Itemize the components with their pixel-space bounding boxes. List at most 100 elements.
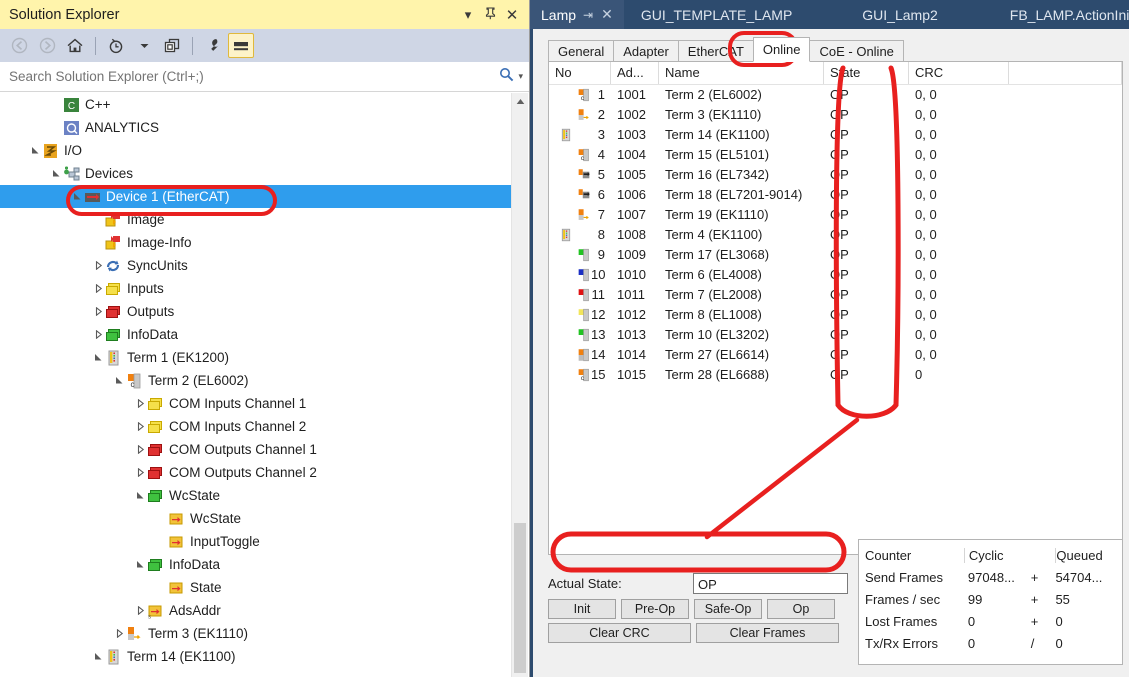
table-row[interactable]: c41004Term 15 (EL5101)OP0, 0 (549, 145, 1122, 165)
twisty-expanded-icon[interactable] (92, 645, 105, 668)
tree-item-wcstate[interactable]: WcState (0, 507, 511, 530)
home-icon[interactable] (62, 33, 88, 58)
pin-icon[interactable]: ⇥ (583, 8, 593, 22)
twisty-expanded-icon[interactable] (92, 346, 105, 369)
column-header-name[interactable]: Name (659, 62, 824, 84)
twisty-expanded-icon[interactable] (134, 553, 147, 576)
tree-item-com-outputs-channel-2[interactable]: COM Outputs Channel 2 (0, 461, 511, 484)
tree-item-inputs[interactable]: Inputs (0, 277, 511, 300)
twisty-expanded-icon[interactable] (50, 162, 63, 185)
sync-views-icon[interactable] (159, 33, 185, 58)
twisty-none-icon[interactable] (155, 530, 168, 553)
column-header-addr[interactable]: Ad... (611, 62, 659, 84)
search-input[interactable]: Search Solution Explorer (Ctrl+;) ▾ (0, 62, 529, 92)
table-row[interactable]: 91009Term 17 (EL3068)OP0, 0 (549, 245, 1122, 265)
online-slaves-list[interactable]: No Ad... Name State CRC c11001Term 2 (EL… (548, 61, 1123, 555)
tree-item-com-outputs-channel-1[interactable]: COM Outputs Channel 1 (0, 438, 511, 461)
tree-item-com-inputs-channel-2[interactable]: COM Inputs Channel 2 (0, 415, 511, 438)
table-row[interactable]: c151015Term 28 (EL6688)OP0 (549, 365, 1122, 385)
subtab-online[interactable]: Online (753, 37, 811, 62)
subtab-adapter[interactable]: Adapter (613, 40, 679, 62)
twisty-expanded-icon[interactable] (134, 484, 147, 507)
tree-item-outputs[interactable]: Outputs (0, 300, 511, 323)
table-row[interactable]: 111011Term 7 (EL2008)OP0, 0 (549, 285, 1122, 305)
table-row[interactable]: 31003Term 14 (EK1100)OP0, 0 (549, 125, 1122, 145)
tree-item-wcstate[interactable]: WcState (0, 484, 511, 507)
tree-item-analytics[interactable]: ANALYTICS (0, 116, 511, 139)
table-row[interactable]: 21002Term 3 (EK1110)OP0, 0 (549, 105, 1122, 125)
column-header-no[interactable]: No (549, 62, 611, 84)
page-subtabs[interactable]: GeneralAdapterEtherCATOnlineCoE - Online (548, 37, 903, 62)
tree-item-term-14-ek1100[interactable]: Term 14 (EK1100) (0, 645, 511, 668)
clear-frames-button[interactable]: Clear Frames (696, 623, 839, 643)
tree-scrollbar[interactable] (511, 93, 528, 677)
op-button[interactable]: Op (767, 599, 835, 619)
pin-icon[interactable] (479, 7, 501, 23)
pending-changes-icon[interactable] (103, 33, 129, 58)
document-tab-gui-lamp2[interactable]: GUI_Lamp2 (851, 0, 948, 29)
twisty-none-icon[interactable] (50, 93, 63, 116)
tree-item-devices[interactable]: Devices (0, 162, 511, 185)
twisty-none-icon[interactable] (92, 231, 105, 254)
chevron-down-icon[interactable]: ▾ (457, 7, 479, 23)
twisty-none-icon[interactable] (155, 576, 168, 599)
tree-item-device-1-ethercat[interactable]: Device 1 (EtherCAT) (0, 185, 511, 208)
twisty-expanded-icon[interactable] (113, 369, 126, 392)
tree-item-term-3-ek1110[interactable]: Term 3 (EK1110) (0, 622, 511, 645)
twisty-collapsed-icon[interactable] (134, 599, 147, 622)
table-row[interactable]: 71007Term 19 (EK1110)OP0, 0 (549, 205, 1122, 225)
scrollbar-thumb[interactable] (514, 523, 526, 673)
tree-item-inputtoggle[interactable]: InputToggle (0, 530, 511, 553)
twisty-collapsed-icon[interactable] (134, 415, 147, 438)
twisty-collapsed-icon[interactable] (92, 254, 105, 277)
tree-item-state[interactable]: State (0, 576, 511, 599)
scroll-up-icon[interactable] (512, 93, 528, 110)
init-button[interactable]: Init (548, 599, 616, 619)
tree-item-infodata[interactable]: InfoData (0, 553, 511, 576)
properties-icon[interactable] (200, 33, 226, 58)
tree-item-image[interactable]: Image (0, 208, 511, 231)
tree-item-term-1-ek1200[interactable]: Term 1 (EK1200) (0, 346, 511, 369)
table-row[interactable]: 121012Term 8 (EL1008)OP0, 0 (549, 305, 1122, 325)
tree-item-infodata[interactable]: InfoData (0, 323, 511, 346)
document-tab-fb-lamp-actioninitexe[interactable]: FB_LAMP.ActionInitExe (999, 0, 1129, 29)
twisty-none-icon[interactable] (155, 507, 168, 530)
forward-icon[interactable] (34, 33, 60, 58)
twisty-collapsed-icon[interactable] (134, 438, 147, 461)
close-icon[interactable]: ✕ (601, 6, 613, 23)
close-icon[interactable]: ✕ (501, 6, 523, 24)
subtab-ethercat[interactable]: EtherCAT (678, 40, 754, 62)
table-row[interactable]: 81008Term 4 (EK1100)OP0, 0 (549, 225, 1122, 245)
subtab-general[interactable]: General (548, 40, 614, 62)
document-tab-lamp[interactable]: Lamp⇥✕ (530, 0, 624, 29)
tree-item-i-o[interactable]: I/O (0, 139, 511, 162)
chevron-down-icon[interactable]: ▾ (518, 71, 523, 82)
document-tabstrip[interactable]: Lamp⇥✕GUI_TEMPLATE_LAMPGUI_Lamp2FB_LAMP.… (530, 0, 1129, 29)
pre-op-button[interactable]: Pre-Op (621, 599, 689, 619)
tree-item-term-2-el6002[interactable]: cTerm 2 (EL6002) (0, 369, 511, 392)
column-header-state[interactable]: State (824, 62, 909, 84)
safe-op-button[interactable]: Safe-Op (694, 599, 762, 619)
table-row[interactable]: 101010Term 6 (EL4008)OP0, 0 (549, 265, 1122, 285)
table-row[interactable]: 141014Term 27 (EL6614)OP0, 0 (549, 345, 1122, 365)
document-tab-gui-template-lamp[interactable]: GUI_TEMPLATE_LAMP (630, 0, 803, 29)
twisty-collapsed-icon[interactable] (92, 323, 105, 346)
tree-item-com-inputs-channel-1[interactable]: COM Inputs Channel 1 (0, 392, 511, 415)
twisty-collapsed-icon[interactable] (92, 300, 105, 323)
table-row[interactable]: 51005Term 16 (EL7342)OP0, 0 (549, 165, 1122, 185)
preview-selected-items-icon[interactable] (228, 33, 254, 58)
twisty-collapsed-icon[interactable] (134, 461, 147, 484)
clear-crc-button[interactable]: Clear CRC (548, 623, 691, 643)
twisty-expanded-icon[interactable] (29, 139, 42, 162)
chevron-down-icon[interactable] (131, 33, 157, 58)
twisty-expanded-icon[interactable] (71, 185, 84, 208)
twisty-none-icon[interactable] (50, 116, 63, 139)
tree-item-c[interactable]: CC++ (0, 93, 511, 116)
table-row[interactable]: 131013Term 10 (EL3202)OP0, 0 (549, 325, 1122, 345)
tree-item-adsaddr[interactable]: sAdsAddr (0, 599, 511, 622)
solution-tree[interactable]: CC++ANALYTICSI/ODevicesDevice 1 (EtherCA… (0, 93, 511, 677)
search-icon[interactable] (499, 67, 514, 86)
actual-state-field[interactable]: OP (693, 573, 848, 594)
subtab-coe-online[interactable]: CoE - Online (809, 40, 903, 62)
tree-item-syncunits[interactable]: SyncUnits (0, 254, 511, 277)
